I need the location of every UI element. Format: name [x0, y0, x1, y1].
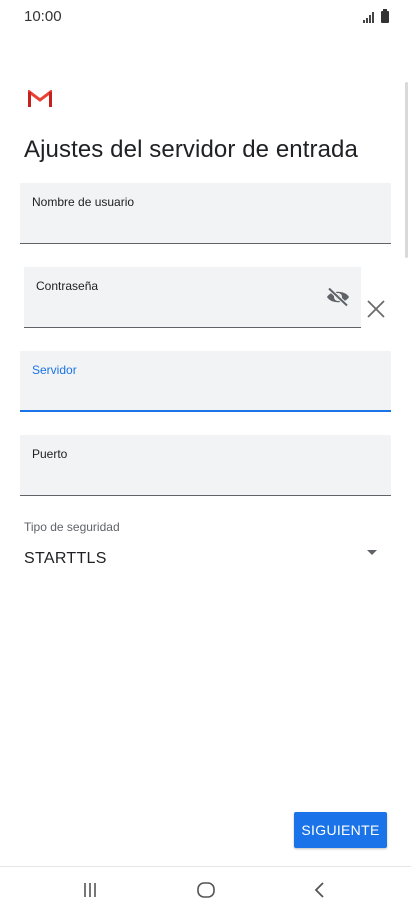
- signal-icon: [363, 12, 374, 23]
- status-time: 10:00: [24, 8, 62, 25]
- username-input[interactable]: [32, 215, 379, 237]
- screen: 10:00 Ajustes del servidor de entrada No…: [0, 0, 411, 914]
- status-icons: [363, 9, 389, 23]
- scroll-indicator[interactable]: [405, 82, 408, 258]
- close-icon[interactable]: [366, 299, 386, 319]
- battery-icon: [381, 9, 389, 23]
- server-label: Servidor: [32, 363, 77, 377]
- server-field[interactable]: Servidor: [20, 351, 391, 412]
- port-label: Puerto: [32, 447, 68, 461]
- password-input[interactable]: [36, 299, 317, 321]
- navigation-bar: [0, 867, 411, 914]
- home-icon[interactable]: [192, 879, 220, 901]
- password-label: Contraseña: [36, 279, 99, 293]
- security-type-dropdown[interactable]: STARTTLS: [20, 538, 391, 578]
- back-icon[interactable]: [306, 879, 334, 901]
- password-field[interactable]: Contraseña: [24, 267, 361, 328]
- next-button[interactable]: SIGUIENTE: [294, 812, 387, 848]
- gmail-logo-icon: [28, 90, 52, 107]
- username-label: Nombre de usuario: [32, 195, 135, 209]
- page-title: Ajustes del servidor de entrada: [24, 136, 358, 163]
- security-type-label: Tipo de seguridad: [24, 520, 120, 534]
- username-field[interactable]: Nombre de usuario: [20, 183, 391, 244]
- visibility-off-icon[interactable]: [325, 287, 351, 307]
- status-bar: 10:00: [0, 0, 411, 36]
- recent-apps-icon[interactable]: [76, 879, 104, 901]
- security-type-value: STARTTLS: [24, 550, 107, 567]
- server-input[interactable]: [32, 382, 379, 404]
- dropdown-arrow-icon: [367, 550, 377, 555]
- port-input[interactable]: [32, 467, 379, 489]
- port-field[interactable]: Puerto: [20, 435, 391, 496]
